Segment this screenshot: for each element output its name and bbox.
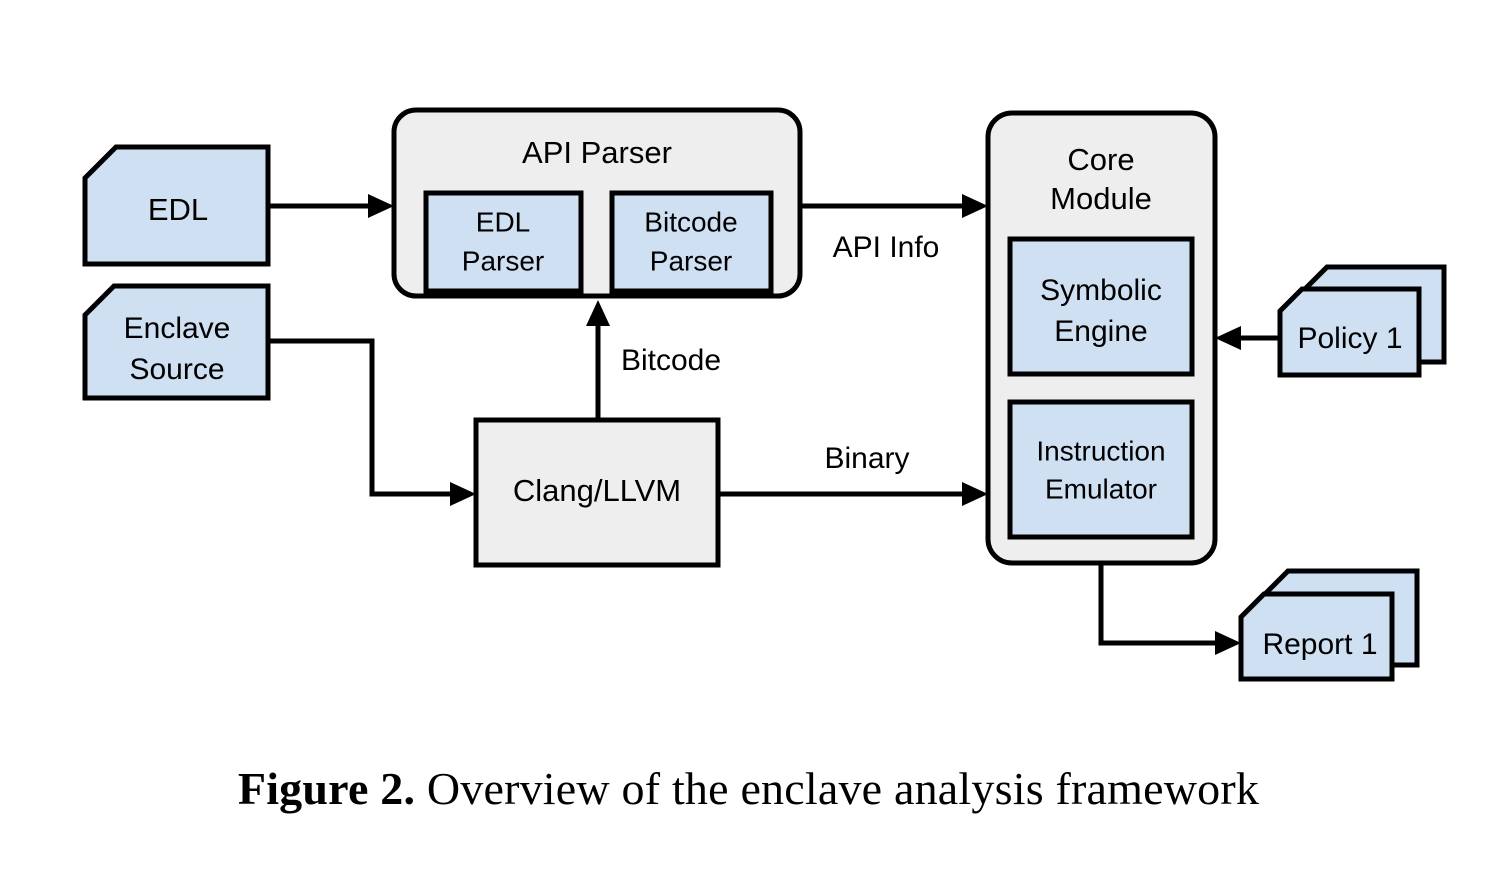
edge-label-binary: Binary: [824, 442, 909, 475]
node-enclave-source-label-line2: Source: [129, 353, 224, 386]
edge-enclave-source-to-clang: [268, 338, 476, 506]
node-edl-parser-label-line1: EDL: [476, 206, 530, 237]
node-bitcode-parser-label-line1: Bitcode: [644, 206, 737, 237]
diagram-canvas: EDL Enclave Source API Parser EDL Parser…: [82, 107, 1447, 682]
edge-edl-to-api-parser: [268, 194, 394, 218]
node-edl-parser-label-line2: Parser: [462, 245, 544, 276]
edge-label-bitcode: Bitcode: [621, 344, 721, 377]
node-policy[interactable]: Policy 1: [1277, 264, 1447, 378]
node-enclave-source[interactable]: Enclave Source: [82, 283, 271, 401]
node-policy-label: Policy 1: [1297, 322, 1402, 355]
edge-clang-to-api-parser: [586, 300, 610, 420]
node-edl-label: EDL: [148, 192, 208, 227]
edge-label-api-info: API Info: [833, 231, 940, 264]
edge-api-parser-to-core-module: [800, 194, 988, 218]
figure-caption-text: Overview of the enclave analysis framewo…: [415, 763, 1260, 814]
node-instruction-emulator[interactable]: Instruction Emulator: [1007, 399, 1195, 540]
edge-core-module-to-report: [1098, 563, 1241, 655]
node-symbolic-engine-label-line1: Symbolic: [1040, 274, 1162, 307]
node-core-module[interactable]: Core Module Symbolic Engine Instruction …: [985, 110, 1218, 566]
node-core-module-title-line2: Module: [1050, 181, 1152, 216]
node-instruction-emulator-label-line2: Emulator: [1045, 473, 1157, 504]
node-core-module-title-line1: Core: [1067, 142, 1134, 177]
figure-caption-prefix: Figure 2.: [237, 763, 416, 814]
node-clang-llvm[interactable]: Clang/LLVM: [473, 417, 721, 568]
node-instruction-emulator-label-line1: Instruction: [1036, 435, 1165, 466]
node-bitcode-parser[interactable]: Bitcode Parser: [609, 190, 774, 294]
node-clang-llvm-label: Clang/LLVM: [513, 473, 681, 508]
figure-container: EDL Enclave Source API Parser EDL Parser…: [0, 0, 1497, 886]
node-api-parser[interactable]: API Parser EDL Parser Bitcode Parser: [391, 107, 803, 299]
node-edl-parser[interactable]: EDL Parser: [423, 190, 584, 294]
node-edl[interactable]: EDL: [82, 144, 271, 267]
node-symbolic-engine-label-line2: Engine: [1054, 315, 1147, 348]
node-bitcode-parser-label-line2: Parser: [650, 245, 732, 276]
figure-caption: Figure 2. Overview of the enclave analys…: [0, 762, 1497, 815]
node-symbolic-engine[interactable]: Symbolic Engine: [1007, 236, 1195, 377]
node-enclave-source-label-line1: Enclave: [124, 312, 231, 345]
node-api-parser-title: API Parser: [522, 135, 672, 170]
edge-policy-to-core-module: [1215, 326, 1280, 350]
node-report[interactable]: Report 1: [1238, 568, 1420, 682]
edge-clang-to-core-module: [718, 482, 988, 506]
node-report-label: Report 1: [1262, 628, 1377, 661]
